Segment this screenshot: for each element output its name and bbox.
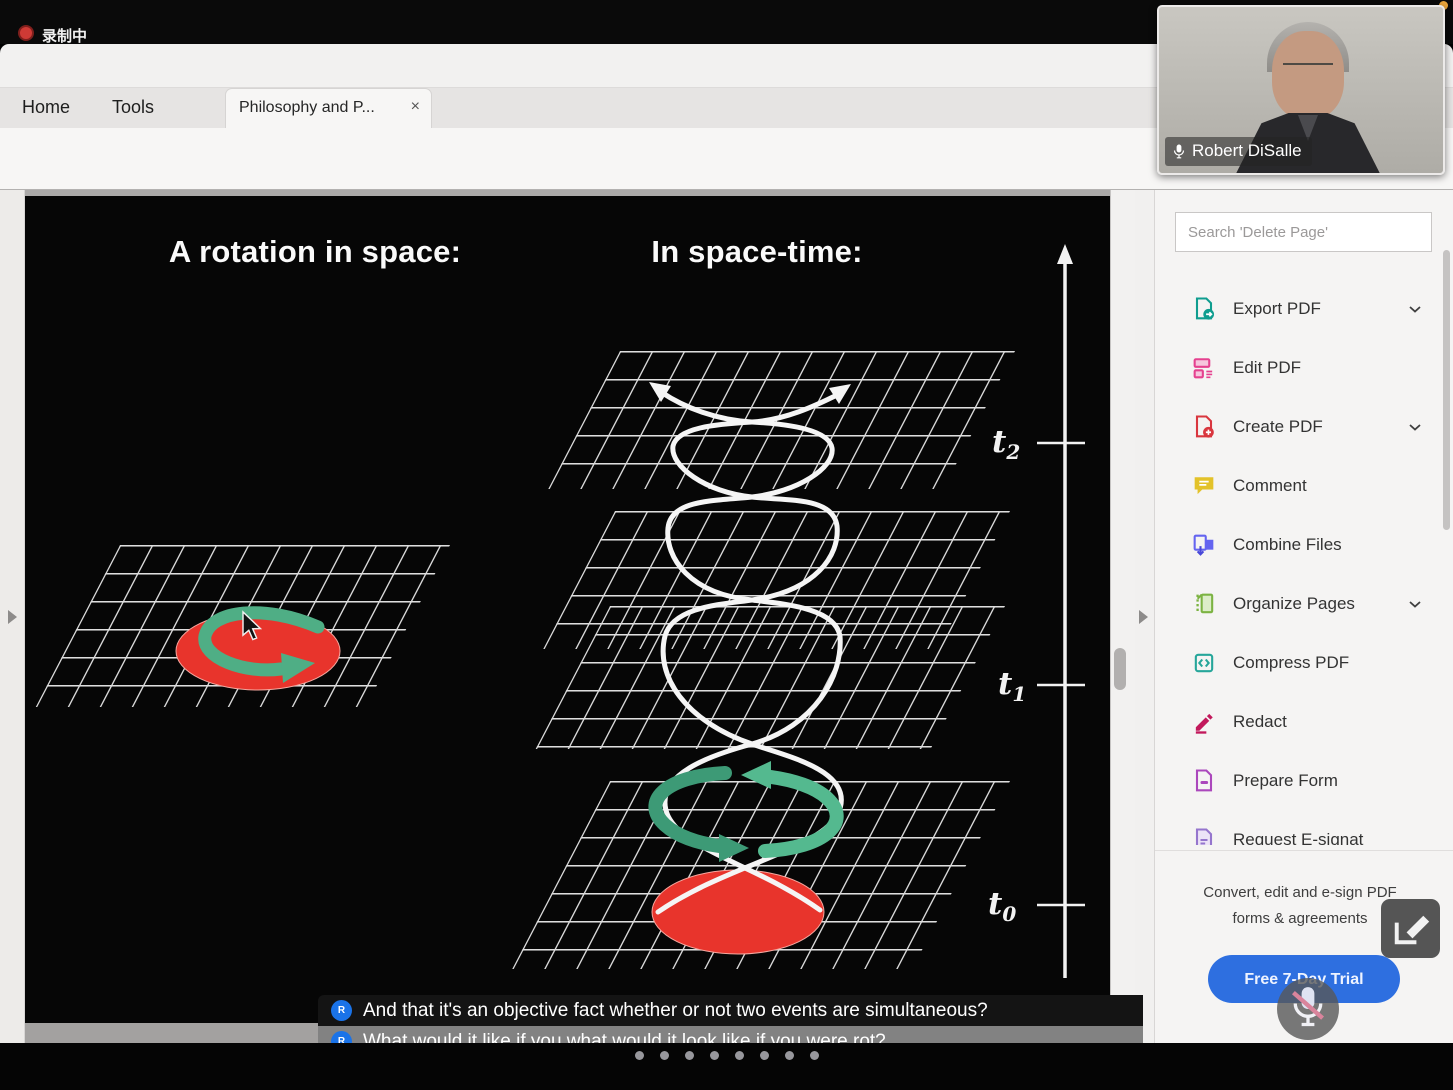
vertical-scrollbar[interactable] bbox=[1110, 190, 1135, 1043]
caption-pagination-dots bbox=[635, 1051, 819, 1060]
recording-label: 录制中 bbox=[42, 28, 88, 45]
chevron-down-icon[interactable] bbox=[1408, 600, 1422, 609]
sidebar-item-label: Prepare Form bbox=[1233, 771, 1338, 790]
participant-name: Robert DiSalle bbox=[1192, 141, 1302, 160]
prepare-form-icon bbox=[1195, 769, 1213, 792]
signature-pen-icon bbox=[1394, 915, 1430, 945]
recording-indicator-icon bbox=[18, 25, 34, 41]
combine-files-icon bbox=[1193, 534, 1214, 556]
sidebar-item-combine-files[interactable]: Combine Files bbox=[1190, 523, 1422, 567]
redact-icon bbox=[1195, 713, 1213, 734]
sidebar-separator bbox=[1155, 850, 1453, 851]
caption-line: R And that it's an objective fact whethe… bbox=[318, 995, 1143, 1026]
edit-pdf-icon bbox=[1193, 358, 1213, 379]
tab-close-icon[interactable]: × bbox=[411, 98, 420, 116]
sidebar-item-label: Comment bbox=[1233, 476, 1307, 495]
microphone-muted-icon bbox=[1291, 987, 1325, 1027]
webcam-video: Robert DiSalle bbox=[1157, 5, 1445, 175]
search-input[interactable] bbox=[1175, 212, 1432, 252]
screen: 录制中 Philosophy and Physics 2022.pdf Home… bbox=[0, 0, 1453, 1090]
expand-left-panel-icon[interactable] bbox=[8, 610, 17, 624]
tab-document[interactable]: Philosophy and P... × bbox=[225, 88, 432, 128]
vertical-scrollbar-thumb[interactable] bbox=[1114, 648, 1126, 690]
mute-microphone-button[interactable] bbox=[1277, 978, 1339, 1040]
sidebar-item-label: Compress PDF bbox=[1233, 653, 1350, 672]
pdf-slide-page: A rotation in space: In space-time: t2 t… bbox=[25, 196, 1110, 1023]
chevron-down-icon[interactable] bbox=[1408, 305, 1422, 314]
tab-document-label: Philosophy and P... bbox=[239, 99, 375, 116]
left-panel-strip bbox=[0, 190, 25, 1043]
sidebar-item-comment[interactable]: Comment bbox=[1190, 464, 1422, 508]
rotating-disc-spacetime bbox=[651, 869, 825, 955]
time-tick-label-t1: t1 bbox=[998, 666, 1027, 707]
tools-list: Export PDF Edit PDF Create PDF Comment C… bbox=[1190, 287, 1422, 845]
sidebar-scrollbar-thumb[interactable] bbox=[1443, 250, 1450, 530]
sidebar-item-request-esignature[interactable]: Request E-signat bbox=[1190, 818, 1422, 845]
spacetime-diagram bbox=[35, 244, 1085, 978]
participant-name-badge: Robert DiSalle bbox=[1165, 137, 1312, 166]
sidebar-item-redact[interactable]: Redact bbox=[1190, 700, 1422, 744]
sidebar-item-export-pdf[interactable]: Export PDF bbox=[1190, 287, 1422, 331]
sidebar-item-label: Redact bbox=[1233, 712, 1287, 731]
sidebar-collapse-strip bbox=[1135, 190, 1155, 1043]
spacetime-grid-t2 bbox=[548, 351, 1015, 489]
sidebar-item-compress-pdf[interactable]: Compress PDF bbox=[1190, 641, 1422, 685]
tab-tools[interactable]: Tools bbox=[112, 97, 154, 118]
participant-glasses bbox=[1283, 63, 1333, 76]
sidebar-item-label: Request E-signat bbox=[1233, 830, 1364, 845]
sidebar-item-label: Edit PDF bbox=[1233, 358, 1302, 377]
comment-tool-icon bbox=[1194, 477, 1214, 495]
microphone-icon bbox=[1173, 144, 1185, 158]
expand-tools-panel-icon[interactable] bbox=[1139, 610, 1148, 624]
time-tick-label-t2: t2 bbox=[992, 424, 1021, 465]
time-axis bbox=[1037, 244, 1085, 978]
sidebar-item-label: Export PDF bbox=[1233, 299, 1321, 318]
sidebar-item-edit-pdf[interactable]: Edit PDF bbox=[1190, 346, 1422, 390]
tab-home[interactable]: Home bbox=[22, 97, 70, 118]
create-pdf-icon bbox=[1195, 415, 1214, 438]
organize-pages-icon bbox=[1196, 593, 1214, 614]
chevron-down-icon[interactable] bbox=[1408, 423, 1422, 432]
compress-pdf-icon bbox=[1194, 653, 1214, 673]
sidebar-item-label: Create PDF bbox=[1233, 417, 1323, 436]
spacetime-grid-t1 bbox=[535, 606, 1005, 749]
annotate-button[interactable] bbox=[1381, 899, 1440, 958]
sidebar-item-create-pdf[interactable]: Create PDF bbox=[1190, 405, 1422, 449]
request-esignature-icon bbox=[1195, 828, 1213, 845]
sidebar-item-organize-pages[interactable]: Organize Pages bbox=[1190, 582, 1422, 626]
sidebar-item-label: Combine Files bbox=[1233, 535, 1342, 554]
caption-text: And that it's an objective fact whether … bbox=[363, 999, 988, 1021]
time-tick-label-t0: t0 bbox=[988, 886, 1017, 927]
sidebar-item-prepare-form[interactable]: Prepare Form bbox=[1190, 759, 1422, 803]
export-pdf-icon bbox=[1195, 297, 1215, 320]
sidebar-item-label: Organize Pages bbox=[1233, 594, 1355, 613]
speaker-avatar: R bbox=[331, 1000, 352, 1021]
